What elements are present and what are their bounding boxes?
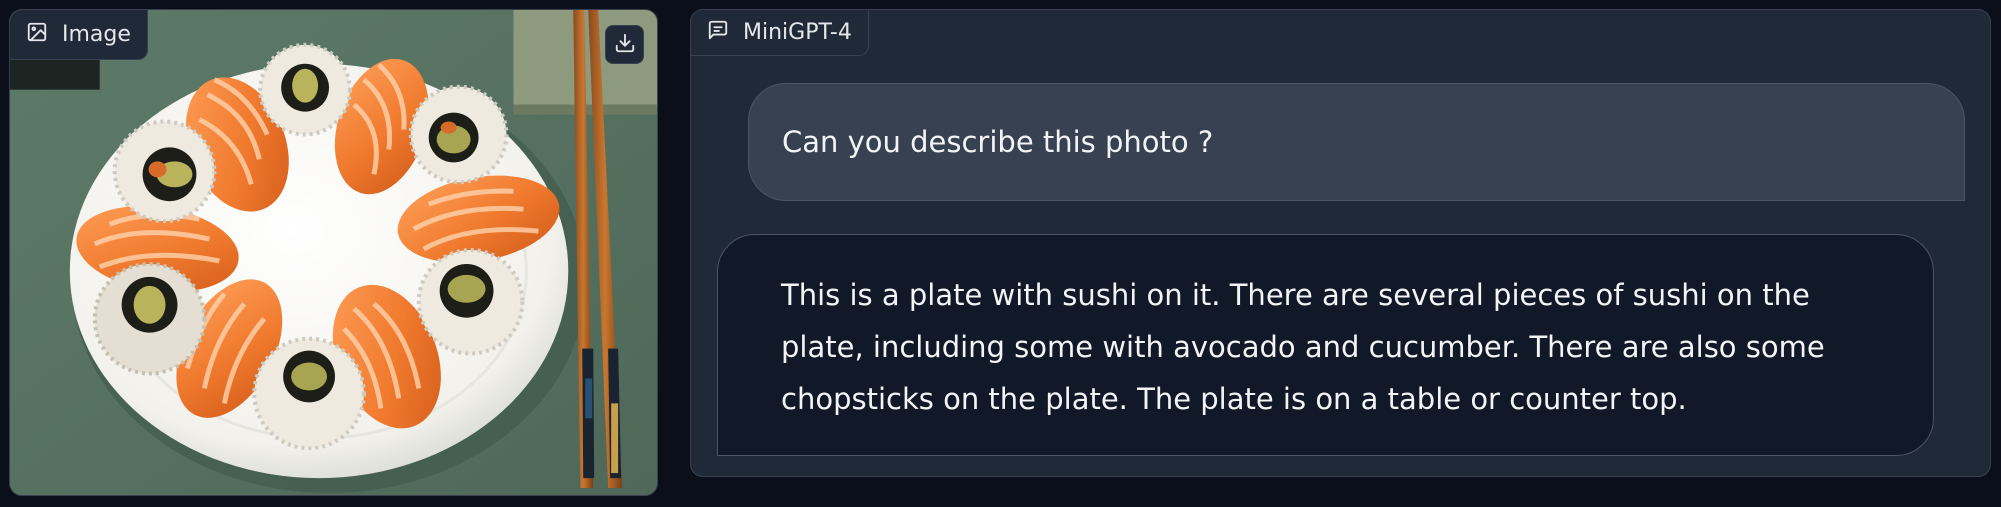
user-message: Can you describe this photo ?	[748, 83, 1965, 201]
chat-icon	[707, 19, 729, 47]
image-label-tab: Image	[10, 10, 148, 60]
chat-panel: MiniGPT-4 Can you describe this photo ? …	[690, 9, 1991, 477]
chatbot-label: MiniGPT-4	[743, 20, 852, 45]
user-message-text: Can you describe this photo ?	[782, 125, 1214, 159]
image-panel: Image	[9, 9, 658, 496]
download-icon	[614, 32, 636, 58]
image-icon	[26, 21, 48, 49]
bot-message: This is a plate with sushi on it. There …	[717, 234, 1934, 456]
chatbot-label-tab: MiniGPT-4	[691, 10, 869, 56]
download-button[interactable]	[605, 25, 644, 64]
bot-message-text: This is a plate with sushi on it. There …	[781, 278, 1825, 416]
image-label: Image	[62, 22, 131, 47]
sushi-plate-photo	[10, 10, 657, 495]
